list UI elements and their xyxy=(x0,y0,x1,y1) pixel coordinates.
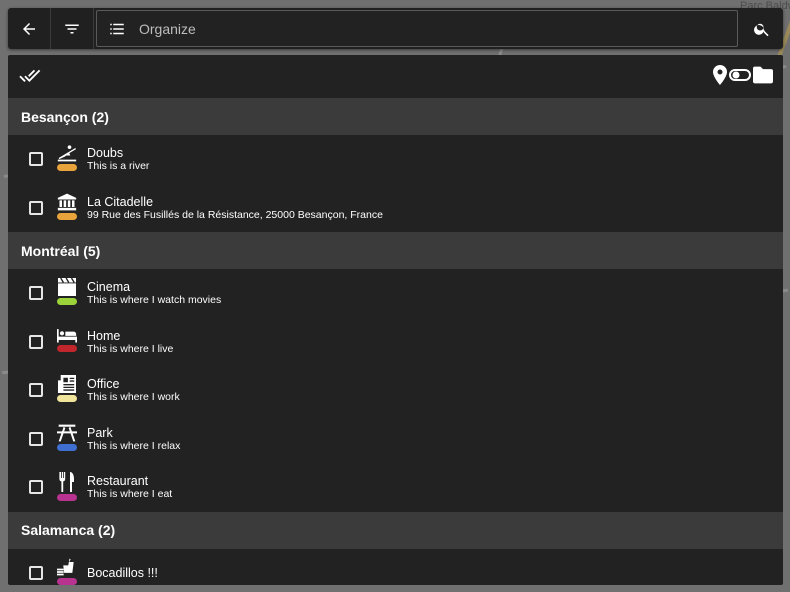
category-color xyxy=(57,443,77,451)
newspaper-icon xyxy=(56,375,78,405)
double-check-icon xyxy=(19,69,41,82)
category-color xyxy=(57,395,77,403)
list-item[interactable]: Restaurant This is where I eat xyxy=(8,463,783,512)
list-item[interactable]: Home This is where I live xyxy=(8,318,783,367)
select-all-button[interactable] xyxy=(18,65,42,92)
list-item[interactable]: Doubs This is a river xyxy=(8,135,783,184)
category-color xyxy=(57,577,77,585)
item-description: This is where I work xyxy=(87,391,180,404)
folder-icon xyxy=(753,66,773,84)
item-checkbox[interactable] xyxy=(29,334,43,349)
item-name: Park xyxy=(87,425,113,440)
item-description: This is where I eat xyxy=(87,488,173,501)
item-description: This is a river xyxy=(87,160,150,173)
filter-button[interactable] xyxy=(51,8,94,49)
category-color xyxy=(57,298,77,306)
monument-icon xyxy=(56,193,78,223)
search-icon xyxy=(753,23,769,36)
category-color xyxy=(57,494,77,502)
search-input[interactable] xyxy=(137,19,737,38)
item-name: Restaurant xyxy=(87,474,149,489)
item-checkbox[interactable] xyxy=(29,286,43,301)
markers-panel: Besançon (2) Doubs This is a river La Ci… xyxy=(8,55,783,585)
item-name: Doubs xyxy=(87,146,124,161)
filter-icon xyxy=(65,24,79,33)
item-description: This is where I watch movies xyxy=(87,294,222,307)
fork-knife-icon xyxy=(56,472,78,502)
list-item[interactable]: Office This is where I work xyxy=(8,366,783,415)
list-item[interactable]: Cinema This is where I watch movies xyxy=(8,269,783,318)
item-name: La Citadelle xyxy=(87,194,154,209)
item-checkbox[interactable] xyxy=(29,480,43,495)
panel-header xyxy=(8,55,783,98)
item-name: Office xyxy=(87,377,120,392)
category-color xyxy=(57,212,77,220)
top-bar xyxy=(8,8,783,49)
list-item[interactable]: La Citadelle 99 Rue des Fusillés de la R… xyxy=(8,184,783,233)
bed-icon xyxy=(56,327,78,357)
group-header-montreal[interactable]: Montréal (5) xyxy=(8,232,783,269)
list-icon xyxy=(97,20,137,38)
search-field[interactable] xyxy=(96,10,738,47)
view-toggle[interactable] xyxy=(713,65,773,85)
category-color xyxy=(57,344,77,352)
search-button[interactable] xyxy=(740,8,783,49)
item-checkbox[interactable] xyxy=(29,200,43,215)
toggle-switch-icon xyxy=(729,69,751,81)
back-button[interactable] xyxy=(8,8,51,49)
item-checkbox[interactable] xyxy=(29,152,43,167)
item-checkbox[interactable] xyxy=(29,383,43,398)
group-header-besancon[interactable]: Besançon (2) xyxy=(8,98,783,135)
item-description: This is where I relax xyxy=(87,439,181,452)
list-item[interactable]: Bocadillos !!! xyxy=(8,549,783,586)
item-checkbox[interactable] xyxy=(29,431,43,446)
canoe-icon xyxy=(56,144,78,174)
list-item[interactable]: Park This is where I relax xyxy=(8,415,783,464)
fastfood-icon xyxy=(56,558,78,585)
item-description: 99 Rue des Fusillés de la Résistance, 25… xyxy=(87,208,383,221)
item-description: This is where I live xyxy=(87,342,174,355)
location-pin-icon xyxy=(713,65,727,85)
item-name: Cinema xyxy=(87,280,131,295)
item-name: Home xyxy=(87,328,121,343)
picnic-table-icon xyxy=(56,424,78,454)
clapperboard-icon xyxy=(56,278,78,308)
group-header-salamanca[interactable]: Salamanca (2) xyxy=(8,511,783,549)
item-checkbox[interactable] xyxy=(29,565,43,580)
category-color xyxy=(57,164,77,172)
arrow-back-icon xyxy=(23,22,35,35)
item-name: Bocadillos !!! xyxy=(87,565,158,580)
